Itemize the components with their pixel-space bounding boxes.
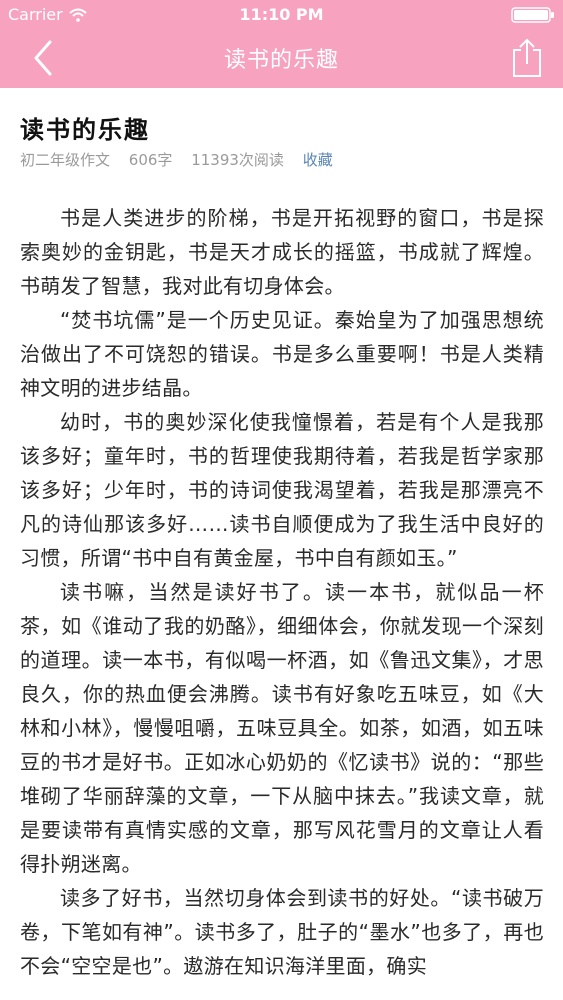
status-bar: Carrier 11:10 PM	[0, 0, 563, 30]
word-count: 606字	[128, 151, 173, 169]
article-body: 书是人类进步的阶梯，书是开拓视野的窗口，书是探索奥妙的金钥匙，书是天才成长的摇篮…	[20, 201, 544, 983]
nav-title: 读书的乐趣	[223, 48, 339, 73]
share-button[interactable]	[509, 36, 545, 78]
article-title: 读书的乐趣	[20, 116, 150, 144]
share-icon	[513, 38, 541, 77]
favorite-button[interactable]: 收藏	[303, 151, 333, 169]
navigation-bar: 读书的乐趣	[0, 30, 563, 88]
article-meta: 初二年级作文 606字 11393次阅读 收藏	[20, 149, 347, 170]
article-content[interactable]: 读书的乐趣 初二年级作文 606字 11393次阅读 收藏 书是人类进步的阶梯，…	[0, 88, 563, 1000]
paragraph: 读多了好书，当然切身体会到读书的好处。“读书破万卷，下笔如有神”。读书多了，肚子…	[20, 886, 544, 978]
paragraph: 幼时，书的奥妙深化使我憧憬着，若是有个人是我那该多好；童年时，书的哲理使我期待着…	[20, 410, 544, 570]
paragraph: 书是人类进步的阶梯，书是开拓视野的窗口，书是探索奥妙的金钥匙，书是天才成长的摇篮…	[20, 206, 544, 298]
paragraph: “焚书坑儒”是一个历史见证。秦始皇为了加强思想统治做出了不可饶恕的错误。书是多么…	[20, 308, 544, 400]
battery-icon	[511, 7, 554, 23]
read-count: 11393次阅读	[191, 151, 284, 169]
category-label: 初二年级作文	[20, 151, 111, 169]
status-time: 11:10 PM	[239, 5, 324, 24]
paragraph: 读书嘛，当然是读好书了。读一本书，就似品一杯茶，如《谁动了我的奶酪》，细细体会，…	[20, 580, 544, 876]
